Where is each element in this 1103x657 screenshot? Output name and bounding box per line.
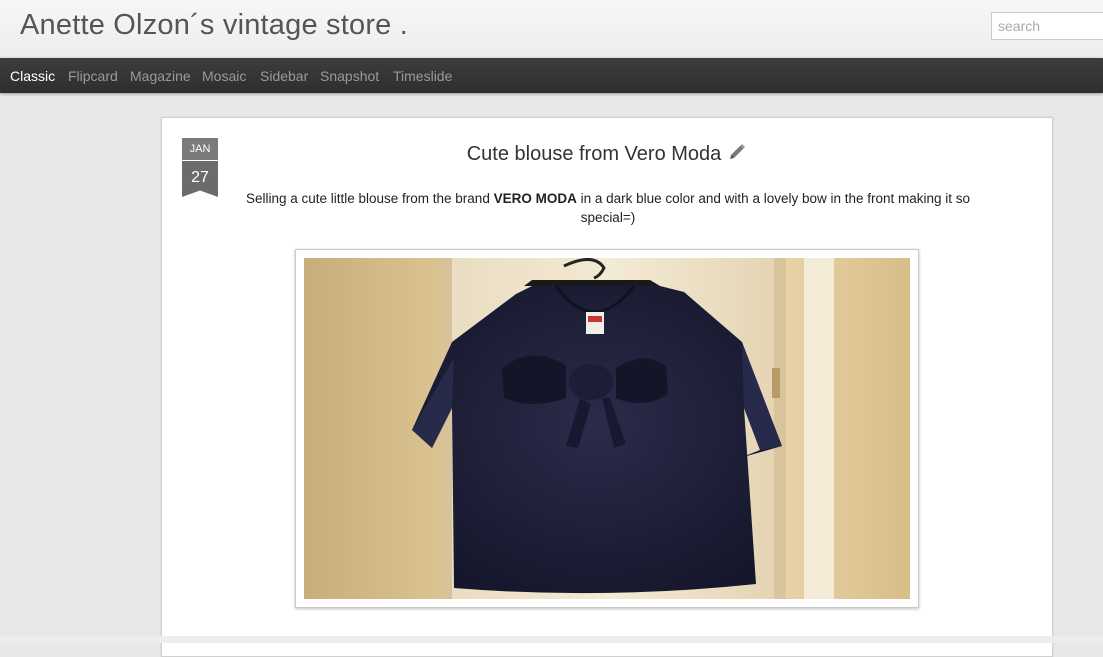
pencil-icon[interactable] bbox=[727, 142, 747, 168]
post-body: Selling a cute little blouse from the br… bbox=[230, 189, 986, 227]
post-image-frame[interactable] bbox=[295, 249, 919, 608]
nav-item-mosaic[interactable]: Mosaic bbox=[202, 68, 246, 84]
post-card: JAN 27 Cute blouse from Vero Moda Sellin… bbox=[161, 117, 1053, 657]
blouse-photo[interactable] bbox=[304, 258, 910, 599]
post-body-text-2: in a dark blue color and with a lovely b… bbox=[576, 190, 971, 225]
post-title-link[interactable]: Cute blouse from Vero Moda bbox=[467, 143, 722, 165]
brand-name: VERO MODA bbox=[493, 190, 577, 206]
nav-item-sidebar[interactable]: Sidebar bbox=[260, 68, 308, 84]
post-body-text-1: Selling a cute little blouse from the br… bbox=[245, 190, 494, 206]
blog-header: Anette Olzon´s vintage store . bbox=[0, 0, 1103, 58]
nav-item-magazine[interactable]: Magazine bbox=[130, 68, 191, 84]
blog-title[interactable]: Anette Olzon´s vintage store . bbox=[20, 9, 408, 42]
page-bottom-strip bbox=[0, 636, 1103, 643]
nav-item-snapshot[interactable]: Snapshot bbox=[320, 68, 379, 84]
view-nav-bar: Classic Flipcard Magazine Mosaic Sidebar… bbox=[0, 58, 1103, 93]
nav-item-flipcard[interactable]: Flipcard bbox=[68, 68, 118, 84]
nav-item-classic[interactable]: Classic bbox=[10, 68, 55, 84]
search-input[interactable] bbox=[991, 12, 1103, 40]
nav-item-timeslide[interactable]: Timeslide bbox=[393, 68, 452, 84]
post-title: Cute blouse from Vero Moda bbox=[162, 142, 1052, 168]
